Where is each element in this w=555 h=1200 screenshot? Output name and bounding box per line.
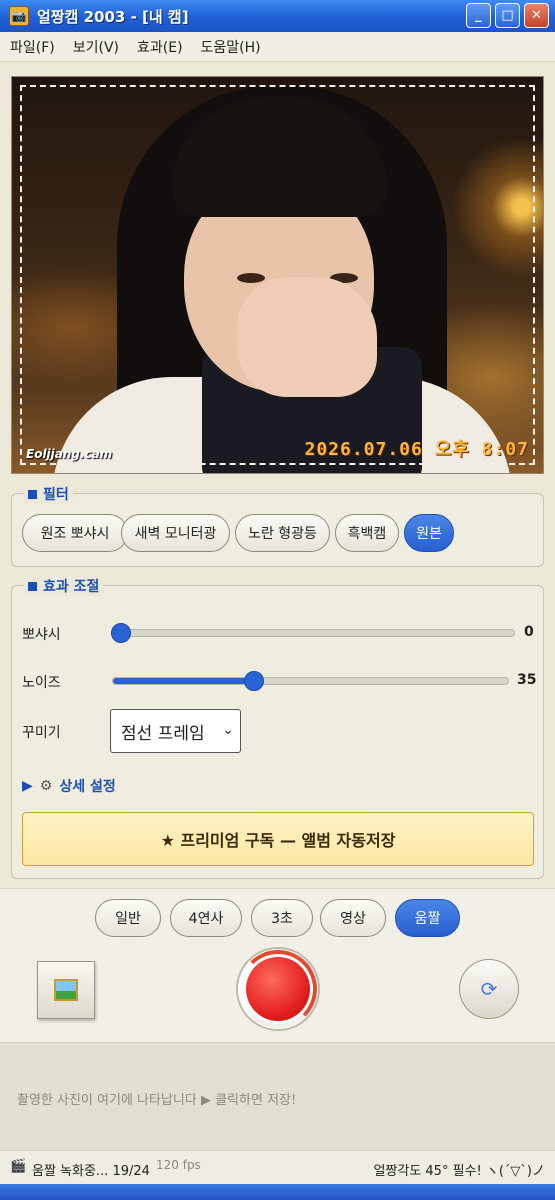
window-title: 얼짱캠 2003 - [내 캠] (37, 7, 189, 26)
filter-soft-glow[interactable]: 원조 뽀샤시 (22, 514, 128, 552)
filter-dawn-monitor[interactable]: 새벽 모니터광 (121, 514, 230, 552)
mode-video[interactable]: 영상 (320, 899, 386, 937)
camera-icon: 📷 (9, 6, 29, 26)
rotate-camera-icon: ⟳ (480, 977, 498, 1001)
fps-readout: 120 fps (156, 1158, 201, 1172)
filter-original[interactable]: 원본 (404, 514, 454, 552)
details-label: 상세 설정 (59, 779, 116, 795)
camera-preview[interactable]: Eoljjang.cam 2026.07.06 오후 8:07 (11, 76, 544, 474)
minimize-button[interactable]: _ (466, 3, 491, 28)
shutter-button[interactable] (236, 947, 320, 1031)
decor-label: 꾸미기 (22, 725, 61, 741)
menu-file[interactable]: 파일(F) (10, 37, 55, 57)
chevron-down-icon: ⌄ (222, 722, 234, 738)
switch-camera-button[interactable]: ⟳ (459, 959, 519, 1019)
effects-group: 효과 조절 뽀샤시 0 노이즈 35 꾸미기 점선 프레임 ⌄ ▶ ⚙ 상세 설… (11, 576, 544, 879)
triangle-right-icon: ▶ (22, 778, 33, 794)
close-button[interactable]: ✕ (524, 3, 549, 28)
recording-progress-ring (239, 950, 317, 1028)
gallery-button[interactable] (37, 961, 95, 1019)
photo-tray[interactable]: 촬영한 사진이 여기에 나타납니다 ▶ 클릭하면 저장! (0, 1042, 555, 1150)
record-icon (246, 957, 310, 1021)
mode-timer[interactable]: 3초 (251, 899, 313, 937)
noise-slider[interactable] (112, 671, 509, 691)
maximize-button[interactable]: □ (495, 3, 520, 28)
noise-slider-knob[interactable] (244, 671, 264, 691)
status-bar: 🎬 움짤 녹화중... 19/24 120 fps 얼짱각도 45° 필수! ヽ… (0, 1150, 555, 1184)
decor-select[interactable]: 점선 프레임 ⌄ (110, 709, 241, 753)
tray-hint: 촬영한 사진이 여기에 나타납니다 ▶ 클릭하면 저장! (17, 1093, 297, 1108)
gear-icon: ⚙ (39, 778, 53, 794)
blur-label: 뽀샤시 (22, 627, 61, 643)
status-tip: 얼짱각도 45° 필수! ヽ(´▽`)ノ (373, 1164, 545, 1179)
mode-normal[interactable]: 일반 (95, 899, 161, 937)
filter-yellow-fluorescent[interactable]: 노란 형광등 (235, 514, 330, 552)
camera-controls: 일반 4연사 3초 영상 움짤 ⟳ (0, 888, 555, 1042)
blur-value: 0 (524, 624, 534, 640)
premium-subscribe-button[interactable]: ★ 프리미엄 구독 — 앨범 자동저장 (22, 812, 534, 866)
clapper-icon: 🎬 (10, 1159, 27, 1174)
decor-selected-value: 점선 프레임 (121, 723, 205, 744)
mode-gif[interactable]: 움짤 (395, 899, 460, 937)
filter-legend: 필터 (24, 484, 73, 504)
menu-view[interactable]: 보기(V) (73, 37, 119, 57)
noise-label: 노이즈 (22, 675, 61, 691)
mode-burst[interactable]: 4연사 (170, 899, 242, 937)
menu-help[interactable]: 도움말(H) (201, 37, 261, 57)
picture-icon (54, 979, 78, 1001)
menu-effect[interactable]: 효과(E) (137, 37, 183, 57)
watermark: Eoljjang.cam (26, 447, 113, 461)
noise-value: 35 (517, 672, 537, 688)
details-toggle[interactable]: ▶ ⚙ 상세 설정 (22, 776, 116, 796)
blur-slider[interactable] (111, 623, 515, 643)
taskbar (0, 1184, 555, 1200)
title-bar: 📷 얼짱캠 2003 - [내 캠] _ □ ✕ (0, 0, 555, 32)
dashed-frame-overlay (20, 85, 535, 465)
date-stamp: 2026.07.06 오후 8:07 (304, 439, 529, 460)
effects-legend: 효과 조절 (24, 576, 104, 596)
blur-slider-knob[interactable] (111, 623, 131, 643)
menu-bar: 파일(F) 보기(V) 효과(E) 도움말(H) (0, 32, 555, 62)
recording-status: 움짤 녹화중... 19/24 (32, 1164, 150, 1179)
filter-black-white[interactable]: 흑백캠 (335, 514, 399, 552)
filter-group: 필터 원조 뽀샤시 새벽 모니터광 노란 형광등 흑백캠 원본 (11, 484, 544, 567)
